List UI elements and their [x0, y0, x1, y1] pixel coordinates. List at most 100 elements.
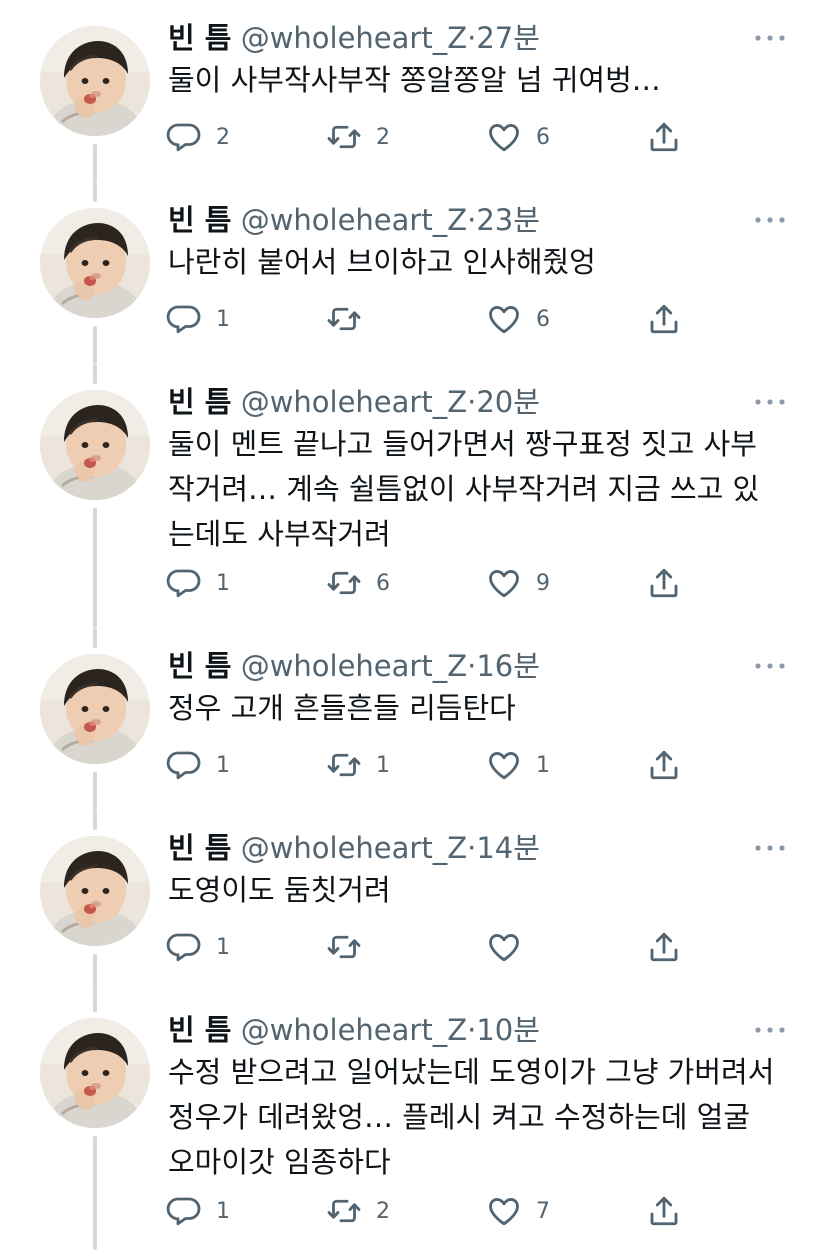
thread-connector-line [93, 364, 97, 384]
display-name[interactable]: 빈 틈 [168, 385, 231, 419]
like-count: 6 [536, 306, 550, 332]
reply-count: 2 [216, 124, 230, 150]
more-options-icon[interactable] [752, 658, 788, 674]
tweet[interactable]: 빈 틈 @wholeheart_Z·14분 도영이도 둠칫거려 1 [0, 810, 828, 992]
reply-button[interactable]: 1 [166, 927, 230, 967]
tweet-text-line: 둘이 사부작사부작 쫑알쫑알 넘 귀여벙… [168, 63, 661, 97]
thread-connector-line [93, 992, 97, 1012]
like-button[interactable]: 1 [486, 745, 550, 785]
share-button[interactable] [646, 299, 682, 339]
more-options-icon[interactable] [752, 394, 788, 410]
more-options-icon[interactable] [752, 212, 788, 228]
reply-count: 1 [216, 752, 230, 778]
tweet-text-line: 정우가 데려왔엉… 플레시 켜고 수정하는데 얼굴 [168, 1100, 751, 1134]
dot-separator: · [467, 385, 477, 419]
display-name[interactable]: 빈 틈 [168, 649, 231, 683]
like-count: 6 [536, 124, 550, 150]
reply-button[interactable]: 1 [166, 745, 230, 785]
more-options-icon[interactable] [752, 1022, 788, 1038]
reply-button[interactable]: 1 [166, 1191, 230, 1231]
tweet-text: 둘이 사부작사부작 쫑알쫑알 넘 귀여벙… [168, 58, 808, 103]
tweet-header: 빈 틈 @wholeheart_Z·23분 [168, 200, 540, 240]
tweet[interactable]: 빈 틈 @wholeheart_Z·20분 둘이 멘트 끝나고 들어가면서 짱구… [0, 364, 828, 628]
like-count: 1 [536, 752, 550, 778]
tweet-text: 둘이 멘트 끝나고 들어가면서 짱구표정 짓고 사부 작거려… 계속 쉴틈없이 … [168, 422, 808, 557]
share-button[interactable] [646, 745, 682, 785]
timestamp[interactable]: 20분 [476, 385, 540, 419]
like-button[interactable] [486, 927, 536, 967]
avatar[interactable] [40, 1018, 150, 1128]
timestamp[interactable]: 14분 [476, 831, 540, 865]
tweet[interactable]: 빈 틈 @wholeheart_Z·27분 둘이 사부작사부작 쫑알쫑알 넘 귀… [0, 0, 828, 182]
tweet-header: 빈 틈 @wholeheart_Z·20분 [168, 382, 540, 422]
retweet-button[interactable]: 2 [326, 1191, 390, 1231]
tweet-actions: 1 [0, 927, 828, 967]
tweet-text-line: 오마이갓 임종하다 [168, 1145, 391, 1179]
tweet-text-line: 는데도 사부작거려 [168, 517, 391, 551]
dot-separator: · [467, 203, 477, 237]
user-handle[interactable]: @wholeheart_Z [241, 21, 467, 55]
timestamp[interactable]: 16분 [476, 649, 540, 683]
thread-connector-line [93, 182, 97, 202]
reply-button[interactable]: 2 [166, 117, 230, 157]
like-button[interactable]: 9 [486, 563, 550, 603]
tweet-actions: 2 2 6 [0, 117, 828, 157]
tweet-text-line: 정우 고개 흔들흔들 리듬탄다 [168, 691, 516, 725]
tweet-text-line: 나란히 붙어서 브이하고 인사해줬엉 [168, 245, 596, 279]
dot-separator: · [467, 1013, 477, 1047]
tweet[interactable]: 빈 틈 @wholeheart_Z·16분 정우 고개 흔들흔들 리듬탄다 1 … [0, 628, 828, 810]
user-handle[interactable]: @wholeheart_Z [241, 831, 467, 865]
dot-separator: · [467, 831, 477, 865]
tweet-header: 빈 틈 @wholeheart_Z·16분 [168, 646, 540, 686]
display-name[interactable]: 빈 틈 [168, 1013, 231, 1047]
tweet-text-line: 작거려… 계속 쉴틈없이 사부작거려 지금 쓰고 있 [168, 472, 760, 506]
retweet-button[interactable] [326, 927, 376, 967]
reply-button[interactable]: 1 [166, 563, 230, 603]
retweet-count: 1 [376, 752, 390, 778]
like-button[interactable]: 6 [486, 299, 550, 339]
dot-separator: · [467, 649, 477, 683]
retweet-button[interactable] [326, 299, 376, 339]
dot-separator: · [467, 21, 477, 55]
like-button[interactable]: 7 [486, 1191, 550, 1231]
retweet-button[interactable]: 1 [326, 745, 390, 785]
tweet-text-line: 수정 받으려고 일어났는데 도영이가 그냥 가버려서 [168, 1055, 775, 1089]
more-options-icon[interactable] [752, 30, 788, 46]
user-handle[interactable]: @wholeheart_Z [241, 649, 467, 683]
share-button[interactable] [646, 563, 682, 603]
timestamp[interactable]: 27분 [476, 21, 540, 55]
retweet-count: 2 [376, 124, 390, 150]
tweet-text: 나란히 붙어서 브이하고 인사해줬엉 [168, 240, 808, 285]
share-button[interactable] [646, 117, 682, 157]
retweet-button[interactable]: 2 [326, 117, 390, 157]
tweet[interactable]: 빈 틈 @wholeheart_Z·10분 수정 받으려고 일어났는데 도영이가… [0, 992, 828, 1250]
display-name[interactable]: 빈 틈 [168, 21, 231, 55]
user-handle[interactable]: @wholeheart_Z [241, 203, 467, 237]
timestamp[interactable]: 10분 [476, 1013, 540, 1047]
reply-button[interactable]: 1 [166, 299, 230, 339]
retweet-count: 2 [376, 1198, 390, 1224]
share-button[interactable] [646, 1191, 682, 1231]
tweet-header: 빈 틈 @wholeheart_Z·10분 [168, 1010, 540, 1050]
more-options-icon[interactable] [752, 840, 788, 856]
like-button[interactable]: 6 [486, 117, 550, 157]
tweet-header: 빈 틈 @wholeheart_Z·14분 [168, 828, 540, 868]
thread-connector-line [93, 628, 97, 648]
avatar[interactable] [40, 390, 150, 500]
display-name[interactable]: 빈 틈 [168, 831, 231, 865]
user-handle[interactable]: @wholeheart_Z [241, 1013, 467, 1047]
tweet-actions: 1 2 7 [0, 1191, 828, 1231]
tweet-text-line: 둘이 멘트 끝나고 들어가면서 짱구표정 짓고 사부 [168, 427, 757, 461]
timestamp[interactable]: 23분 [476, 203, 540, 237]
reply-count: 1 [216, 934, 230, 960]
tweet-actions: 1 1 1 [0, 745, 828, 785]
tweet-text: 정우 고개 흔들흔들 리듬탄다 [168, 686, 808, 731]
share-button[interactable] [646, 927, 682, 967]
thread-connector-line [93, 810, 97, 830]
retweet-button[interactable]: 6 [326, 563, 390, 603]
tweet[interactable]: 빈 틈 @wholeheart_Z·23분 나란히 붙어서 브이하고 인사해줬엉… [0, 182, 828, 364]
reply-count: 1 [216, 570, 230, 596]
display-name[interactable]: 빈 틈 [168, 203, 231, 237]
tweet-text: 도영이도 둠칫거려 [168, 868, 808, 913]
user-handle[interactable]: @wholeheart_Z [241, 385, 467, 419]
